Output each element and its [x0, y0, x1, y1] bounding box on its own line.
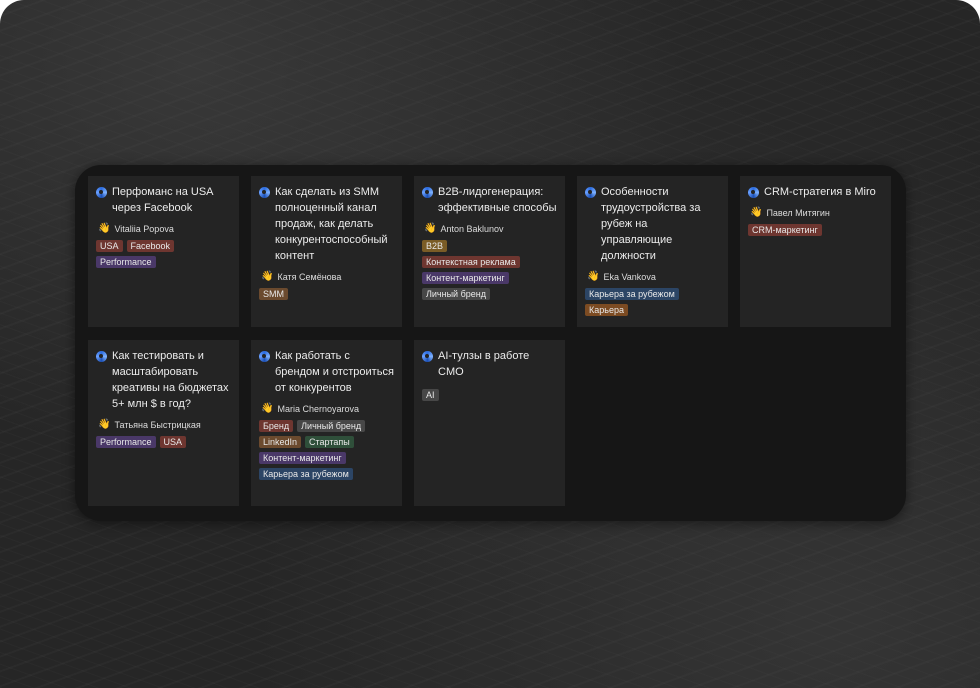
tag: SMM: [259, 288, 288, 300]
card-author: Павел Митягин: [766, 208, 830, 218]
spiral-icon: [96, 351, 107, 362]
tag: Карьера за рубежом: [259, 468, 353, 480]
tag: USA: [96, 240, 123, 252]
card-title: Как работать с брендом и отстроиться от …: [275, 350, 394, 394]
waving-hand-icon: 👋: [261, 271, 274, 282]
tag-list: CRM-маркетинг: [748, 224, 883, 236]
waving-hand-icon: 👋: [98, 223, 111, 234]
spiral-icon: [259, 351, 270, 362]
spiral-icon: [422, 187, 433, 198]
tag: Личный бренд: [422, 288, 490, 300]
card-author: Eka Vankova: [603, 272, 656, 282]
card-author: Vitaliia Popova: [114, 224, 174, 234]
spiral-icon: [585, 187, 596, 198]
tag: LinkedIn: [259, 436, 302, 448]
app-background: Перфоманс на USA через Facebook 👋 Vitali…: [0, 0, 980, 688]
tag: AI: [422, 389, 439, 401]
tag-list: SMM: [259, 288, 394, 300]
gallery-card[interactable]: Как работать с брендом и отстроиться от …: [251, 340, 402, 506]
tag: Стартапы: [305, 436, 354, 448]
tag-list: AI: [422, 389, 557, 401]
card-title: CRM-стратегия в Miro: [764, 186, 876, 198]
gallery-board: Перфоманс на USA через Facebook 👋 Vitali…: [75, 165, 906, 521]
tag-list: USA Facebook Performance: [96, 240, 231, 268]
spiral-icon: [96, 187, 107, 198]
waving-hand-icon: 👋: [261, 403, 274, 414]
spiral-icon: [259, 187, 270, 198]
gallery-card[interactable]: Особенности трудоустройства за рубеж на …: [577, 176, 728, 327]
tag: Контекстная реклама: [422, 256, 520, 268]
waving-hand-icon: 👋: [750, 207, 763, 218]
spiral-icon: [748, 187, 759, 198]
card-title: Особенности трудоустройства за рубеж на …: [601, 186, 701, 262]
tag-list: B2B Контекстная реклама Контент-маркетин…: [422, 240, 557, 300]
tag-list: Performance USA: [96, 436, 231, 448]
card-author: Maria Chernoyarova: [277, 404, 359, 414]
tag: Карьера за рубежом: [585, 288, 679, 300]
card-author: Катя Семёнова: [277, 272, 342, 282]
gallery-card[interactable]: B2B-лидогенерация: эффективные способы 👋…: [414, 176, 565, 327]
tag: Контент-маркетинг: [422, 272, 509, 284]
waving-hand-icon: 👋: [424, 223, 437, 234]
tag: Performance: [96, 436, 156, 448]
card-title: Как тестировать и масштабировать креатив…: [112, 350, 229, 410]
gallery-card[interactable]: Перфоманс на USA через Facebook 👋 Vitali…: [88, 176, 239, 327]
card-title: B2B-лидогенерация: эффективные способы: [438, 186, 557, 214]
card-author: Татьяна Быстрицкая: [114, 420, 201, 430]
waving-hand-icon: 👋: [98, 419, 111, 430]
tag-list: Карьера за рубежом Карьера: [585, 288, 720, 316]
card-title: Перфоманс на USA через Facebook: [112, 186, 213, 214]
tag: Бренд: [259, 420, 294, 432]
tag: USA: [159, 436, 187, 448]
tag: Facebook: [126, 240, 175, 252]
gallery-card[interactable]: Как тестировать и масштабировать креатив…: [88, 340, 239, 506]
spiral-icon: [422, 351, 433, 362]
card-title: Как сделать из SMM полноценный канал про…: [275, 186, 388, 262]
tag: B2B: [422, 240, 448, 252]
tag: Карьера: [585, 304, 628, 316]
card-title: AI-тулзы в работе CMO: [438, 350, 530, 378]
gallery-card[interactable]: AI-тулзы в работе CMO AI: [414, 340, 565, 506]
tag: Performance: [96, 256, 156, 268]
tag: Личный бренд: [297, 420, 366, 432]
gallery-card[interactable]: CRM-стратегия в Miro 👋 Павел Митягин CRM…: [740, 176, 891, 327]
gallery-card[interactable]: Как сделать из SMM полноценный канал про…: [251, 176, 402, 327]
tag: Контент-маркетинг: [259, 452, 346, 464]
tag: CRM-маркетинг: [748, 224, 822, 236]
card-author: Anton Baklunov: [440, 224, 504, 234]
tag-list: Бренд Личный бренд LinkedIn Стартапы Кон…: [259, 420, 394, 480]
waving-hand-icon: 👋: [587, 271, 600, 282]
